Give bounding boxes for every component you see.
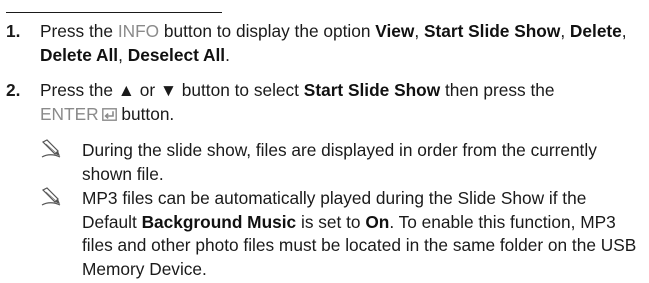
note-text: MP3 files can be automatically played du… (82, 187, 641, 281)
on-value-label: On (365, 211, 390, 232)
option-start-slide-show: Start Slide Show (423, 21, 561, 41)
option-delete-all: Delete All (40, 44, 119, 65)
step-2: 2. Press the ▲ or ▼ button to select Sta… (6, 79, 641, 126)
separator: , (621, 21, 627, 41)
step-text-part: Press the (40, 21, 118, 41)
step-text-part: button to display the option (159, 21, 376, 41)
step-text-part: Press the ▲ or ▼ button to select (40, 80, 304, 100)
note-2: MP3 files can be automatically played du… (40, 187, 641, 281)
separator: , (414, 21, 424, 41)
note-1: During the slide show, files are display… (40, 139, 641, 186)
option-start-slide-show: Start Slide Show (303, 80, 441, 100)
step-text: Press the INFO button to display the opt… (40, 20, 641, 67)
note-pencil-icon (41, 187, 61, 206)
step-text-part: then press the (440, 80, 555, 100)
separator: , (118, 44, 128, 65)
step-text: Press the ▲ or ▼ button to select Start … (40, 79, 641, 126)
note-text-part: is set to (296, 211, 366, 232)
option-deselect-all: Deselect All (127, 44, 226, 65)
note-pencil-icon (41, 139, 61, 158)
enter-button-label: ENTER (40, 103, 99, 124)
enter-icon (101, 107, 117, 121)
step-1: 1. Press the INFO button to display the … (6, 20, 641, 67)
note-text: During the slide show, files are display… (82, 140, 597, 184)
option-delete: Delete (569, 21, 622, 41)
section-top-rule (6, 12, 222, 13)
option-view: View (375, 21, 415, 41)
info-button-label: INFO (117, 21, 160, 41)
background-music-label: Background Music (141, 211, 297, 232)
step-number: 1. (6, 21, 21, 41)
step-text-part: button. (116, 103, 175, 124)
step-number: 2. (6, 80, 21, 100)
step-text-part: . (225, 44, 230, 65)
separator: , (560, 21, 570, 41)
